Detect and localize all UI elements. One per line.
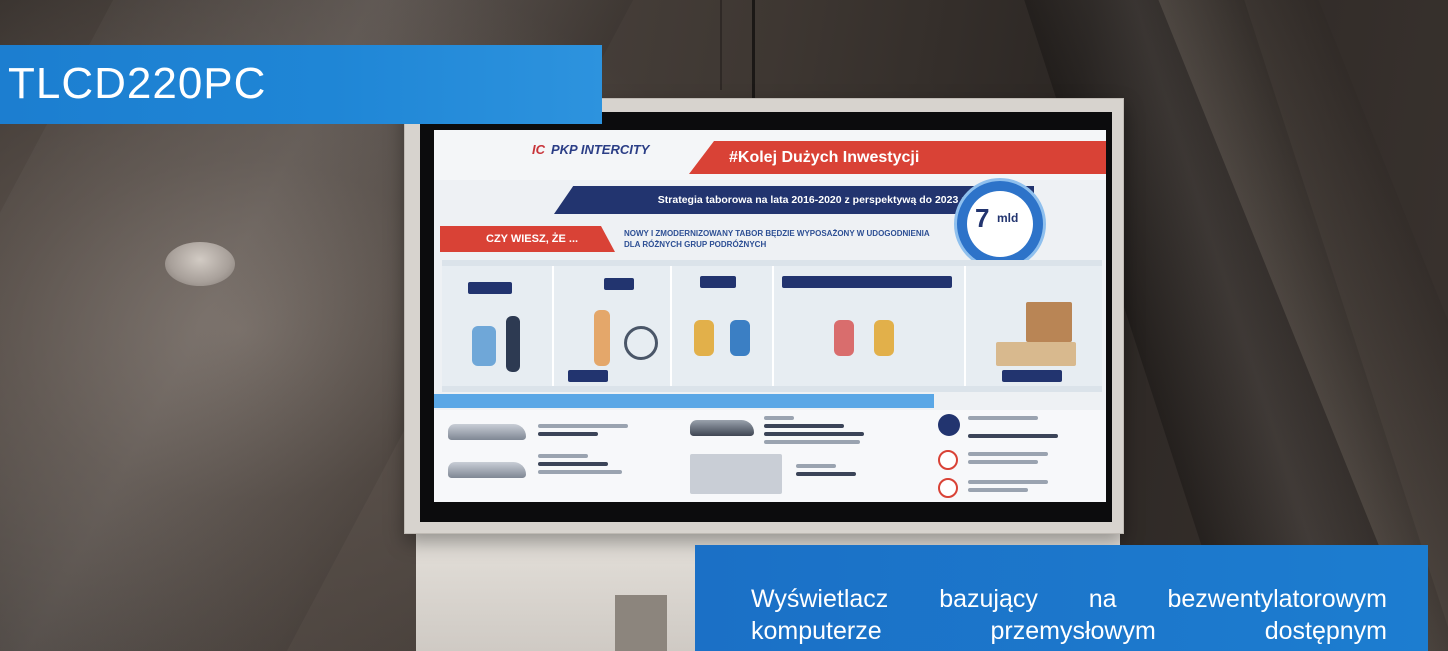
screen-stats bbox=[434, 410, 1106, 502]
screen-logo: IC PKP INTERCITY bbox=[532, 142, 650, 157]
description-box: Wyświetlacz bazujący na bezwentylatorowy… bbox=[695, 545, 1428, 651]
investment-badge: 7 mld bbox=[954, 178, 1046, 270]
mount-bracket bbox=[615, 595, 667, 651]
locomotive-graphic bbox=[690, 420, 754, 436]
infographic-panel bbox=[554, 266, 672, 386]
screen-hashtag: #Kolej Dużych Inwestycji bbox=[689, 141, 1106, 174]
screen-question: CZY WIESZ, ŻE ... bbox=[440, 226, 615, 252]
infographic-panels bbox=[442, 260, 1102, 392]
badge-value: 7 bbox=[975, 203, 990, 233]
badge-unit: mld bbox=[997, 211, 1019, 225]
speed-icon bbox=[938, 414, 960, 436]
infographic-panel bbox=[966, 266, 1102, 386]
display-screen: IC PKP INTERCITY #Kolej Dużych Inwestycji… bbox=[434, 130, 1106, 502]
infographic-panel bbox=[774, 266, 966, 386]
hanging-cable bbox=[720, 0, 722, 90]
product-title-banner: TLCD220PC bbox=[0, 45, 602, 124]
hanging-cable bbox=[752, 0, 755, 102]
infographic-panel bbox=[672, 266, 774, 386]
screen-question-text: NOWY I ZMODERNIZOWANY TABOR BĘDZIE WYPOS… bbox=[624, 229, 930, 249]
percent-icon bbox=[938, 450, 958, 470]
percent-icon bbox=[938, 478, 958, 498]
product-description: Wyświetlacz bazujący na bezwentylatorowy… bbox=[751, 585, 1387, 645]
screen-info-band bbox=[434, 394, 934, 408]
ceiling-light bbox=[165, 242, 235, 286]
product-title: TLCD220PC bbox=[8, 59, 267, 108]
train-graphic bbox=[448, 424, 526, 440]
infographic-panel bbox=[442, 266, 554, 386]
train-graphic bbox=[448, 462, 526, 478]
station-graphic bbox=[690, 454, 782, 494]
